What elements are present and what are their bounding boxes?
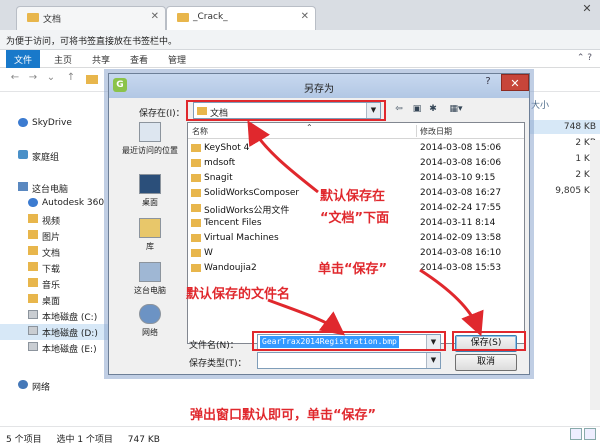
arrow-to-filename (267, 298, 346, 336)
arrow-to-save-button (419, 268, 484, 337)
annotation-arrows (247, 120, 484, 337)
arrow-to-save-location (247, 120, 319, 194)
